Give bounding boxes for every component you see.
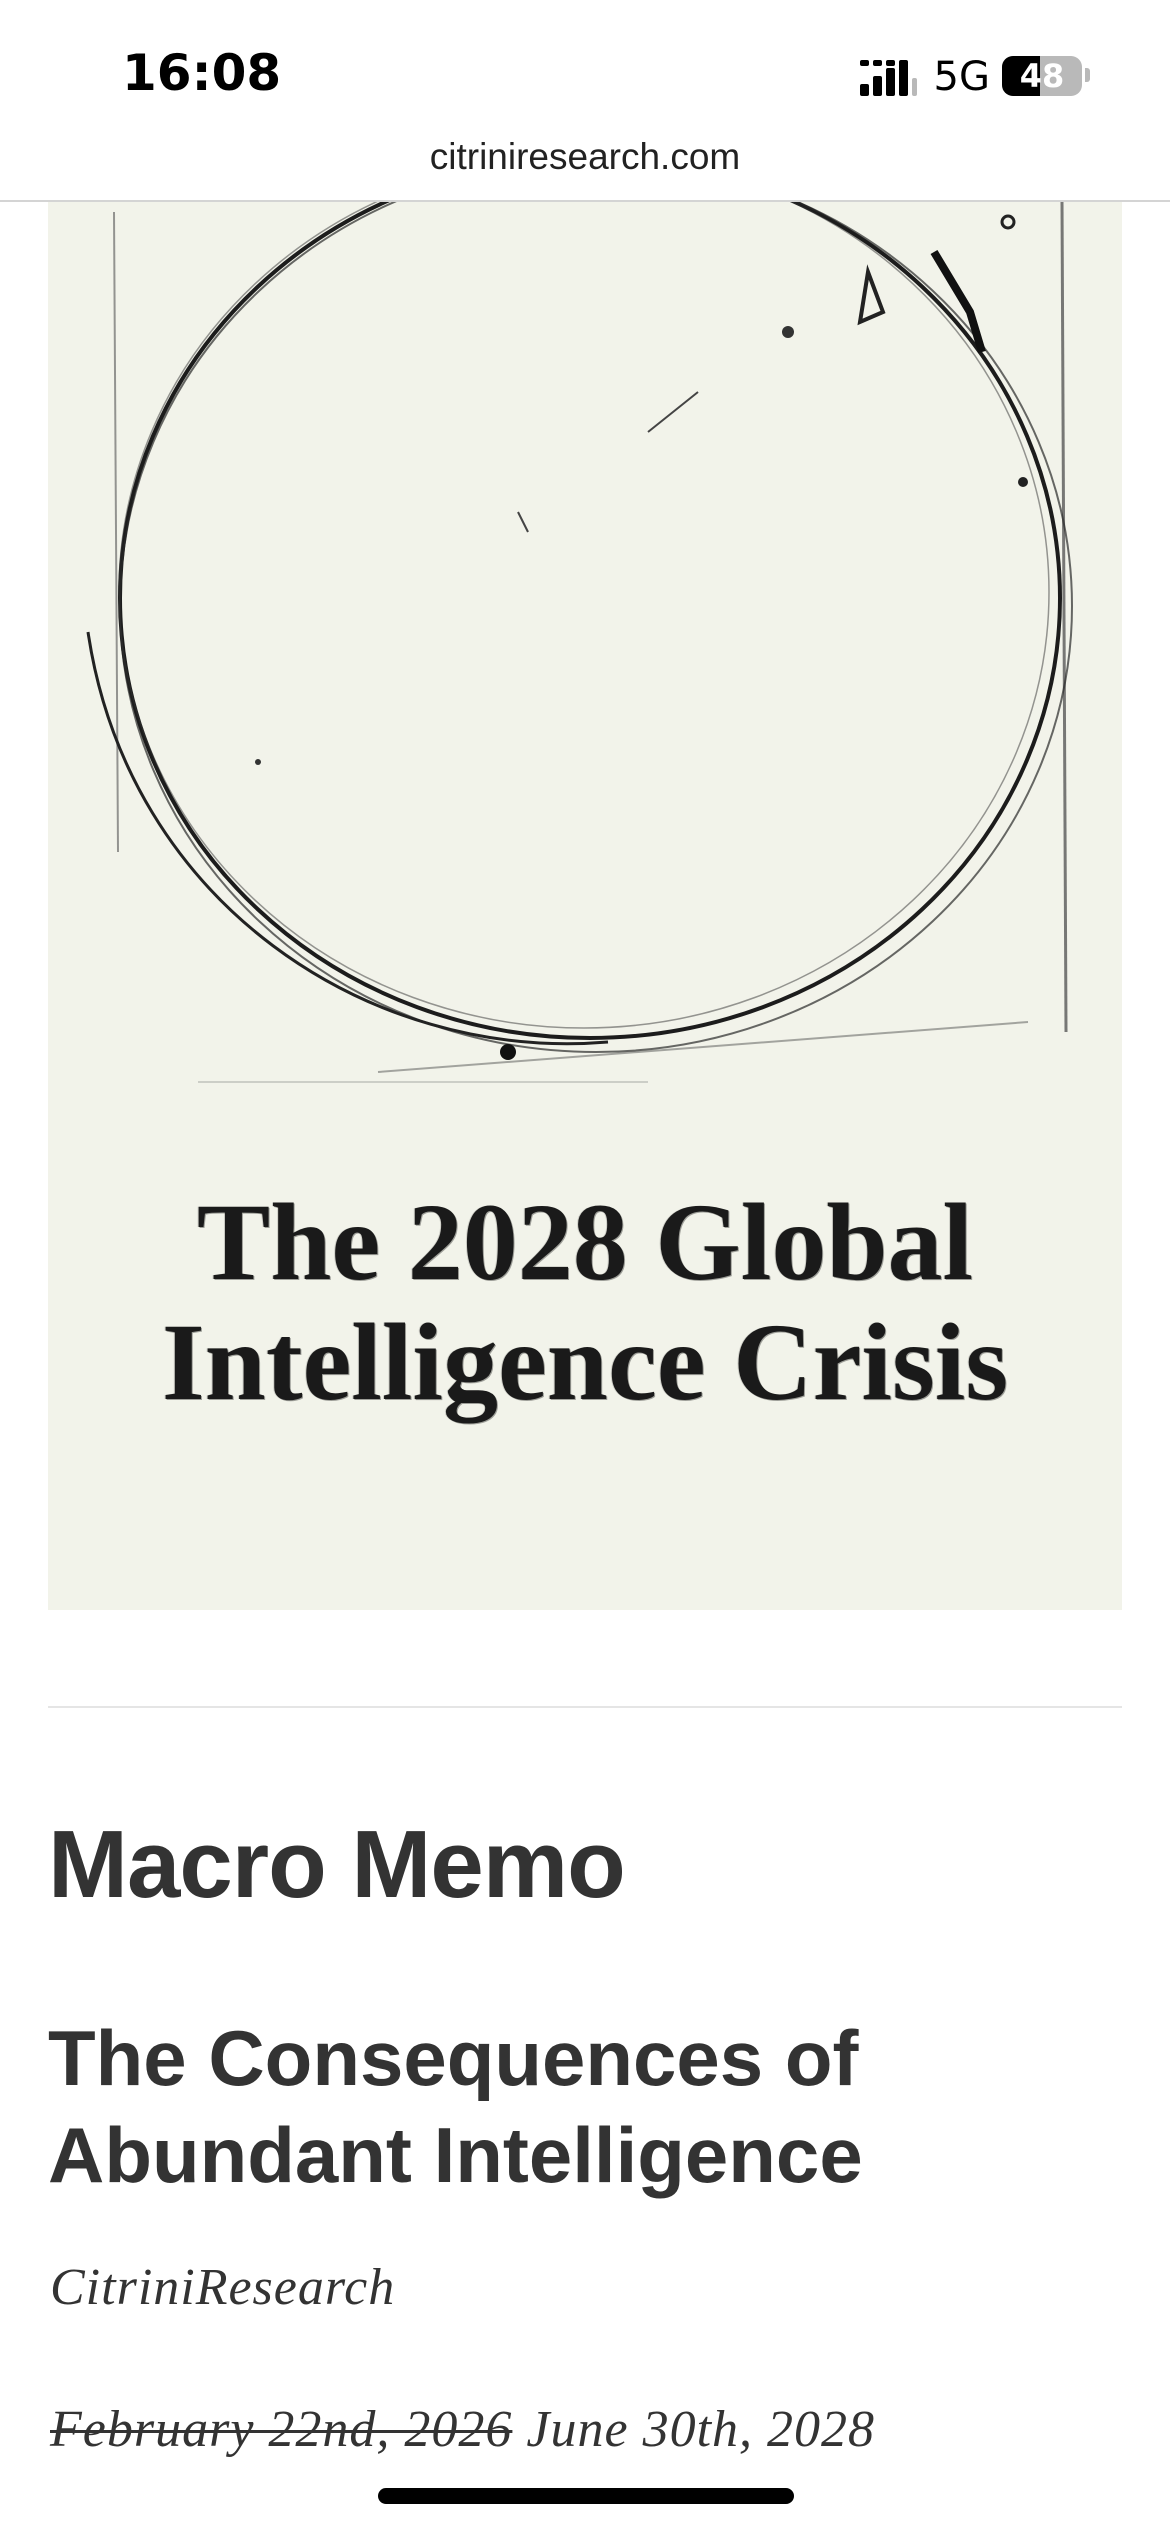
- battery-nub: [1085, 68, 1090, 82]
- divider: [48, 1706, 1122, 1708]
- status-bar: 16:08 5G 48: [0, 0, 1170, 130]
- hero-title-line-1: The 2028 Global: [196, 1181, 974, 1303]
- url-text[interactable]: citriniresearch.com: [0, 136, 1170, 178]
- address-bar[interactable]: citriniresearch.com: [0, 130, 1170, 202]
- struck-date: February 22nd, 2026: [50, 2401, 513, 2458]
- home-indicator[interactable]: [378, 2488, 794, 2504]
- status-indicators: 5G 48: [790, 52, 1090, 102]
- battery-percentage: 48: [1019, 57, 1065, 95]
- sketched-circle-illustration: [86, 202, 1073, 1083]
- network-type: 5G: [933, 54, 990, 100]
- current-date: June 30th, 2028: [526, 2401, 876, 2458]
- section-label[interactable]: Macro Memo: [48, 1810, 626, 1920]
- publish-date: February 22nd, 2026 June 30th, 2028: [50, 2400, 875, 2459]
- author-name[interactable]: CitriniResearch: [50, 2258, 395, 2317]
- hero-title: The 2028 Global Intelligence Crisis: [48, 1182, 1122, 1422]
- hero-image: The 2028 Global Intelligence Crisis: [48, 202, 1122, 1610]
- cellular-signal-icon: [860, 60, 917, 96]
- status-time: 16:08: [122, 44, 282, 102]
- battery-icon: 48: [1002, 56, 1082, 96]
- article-title: The Consequences of Abundant Intelligenc…: [48, 2014, 863, 2199]
- hero-title-line-2: Intelligence Crisis: [161, 1301, 1009, 1423]
